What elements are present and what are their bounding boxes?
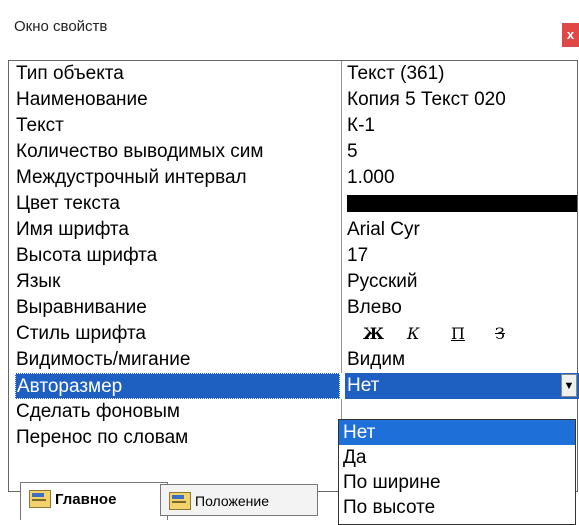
tab-bar: Главное Положение (10, 482, 340, 525)
property-row[interactable]: Высота шрифта 17 (13, 243, 577, 269)
dropdown-option[interactable]: Нет (339, 420, 575, 445)
property-row[interactable]: Междустрочный интервал 1.000 (13, 165, 577, 191)
property-name: Наименование (15, 87, 342, 113)
close-button[interactable]: x (562, 23, 579, 47)
dropdown-arrow-icon[interactable]: ▼ (561, 374, 577, 397)
property-value[interactable]: Arial Cyr (345, 217, 579, 243)
property-value[interactable]: Копия 5 Текст 020 (345, 87, 579, 113)
property-row-selected[interactable]: Авторазмер Нет ▼ (13, 373, 579, 399)
properties-window: Окно свойств x Тип объекта Текст (361) Н… (0, 0, 579, 525)
property-row[interactable]: Видимость/мигание Видим (13, 347, 577, 373)
property-name: Стиль шрифта (15, 321, 342, 347)
properties-icon (29, 490, 51, 508)
title-bar[interactable]: Окно свойств x (0, 0, 579, 52)
property-row[interactable]: Выравнивание Влево (13, 295, 577, 321)
property-row[interactable]: Язык Русский (13, 269, 577, 295)
property-name: Текст (15, 113, 342, 139)
property-name: Цвет текста (15, 191, 342, 217)
property-row[interactable]: Имя шрифта Arial Cyr (13, 217, 577, 243)
property-value[interactable]: Русский (345, 269, 579, 295)
property-value[interactable]: К-1 (345, 113, 579, 139)
property-name: Имя шрифта (15, 217, 342, 243)
property-value[interactable]: 5 (345, 139, 579, 165)
properties-icon (169, 492, 191, 510)
tab-position[interactable]: Положение (160, 484, 318, 516)
property-row[interactable]: Наименование Копия 5 Текст 020 (13, 87, 577, 113)
property-name: Сделать фоновым (15, 399, 342, 425)
tab-label: Главное (55, 491, 117, 508)
property-row[interactable]: Текст К-1 (13, 113, 577, 139)
dropdown-option[interactable]: Да (339, 445, 575, 470)
underline-style-button[interactable]: П (451, 321, 495, 347)
property-name: Язык (15, 269, 342, 295)
property-name: Количество выводимых сим (15, 139, 342, 165)
italic-style-button[interactable]: К (407, 321, 451, 347)
property-name: Авторазмер (15, 373, 340, 399)
text-color-swatch[interactable] (347, 195, 577, 212)
property-value[interactable]: 1.000 (345, 165, 579, 191)
property-row[interactable]: Цвет текста (13, 191, 577, 217)
font-style-buttons: ЖКПЗ (363, 321, 539, 347)
tab-label: Положение (195, 493, 269, 509)
property-value[interactable]: Текст (361) (345, 61, 579, 87)
property-name: Перенос по словам (15, 425, 342, 451)
strikethrough-style-button[interactable]: З (495, 321, 539, 347)
property-name: Видимость/мигание (15, 347, 342, 373)
property-row[interactable]: Тип объекта Текст (361) (13, 61, 577, 87)
bold-style-button[interactable]: Ж (363, 321, 407, 347)
property-value[interactable]: Видим (345, 347, 579, 373)
dropdown-option[interactable]: По высоте (339, 495, 575, 520)
window-title: Окно свойств (14, 18, 108, 35)
property-value[interactable]: Влево (345, 295, 579, 321)
tab-main[interactable]: Главное (20, 482, 168, 520)
property-name: Тип объекта (15, 61, 342, 87)
property-name: Междустрочный интервал (15, 165, 342, 191)
dropdown-option[interactable]: По ширине (339, 470, 575, 495)
property-value[interactable]: 17 (345, 243, 579, 269)
autosize-select[interactable]: Нет (345, 373, 579, 399)
property-row[interactable]: Количество выводимых сим 5 (13, 139, 577, 165)
autosize-dropdown-list[interactable]: Нет Да По ширине По высоте (338, 419, 576, 525)
property-name: Выравнивание (15, 295, 342, 321)
property-name: Высота шрифта (15, 243, 342, 269)
property-row[interactable]: Стиль шрифта ЖКПЗ (13, 321, 577, 347)
